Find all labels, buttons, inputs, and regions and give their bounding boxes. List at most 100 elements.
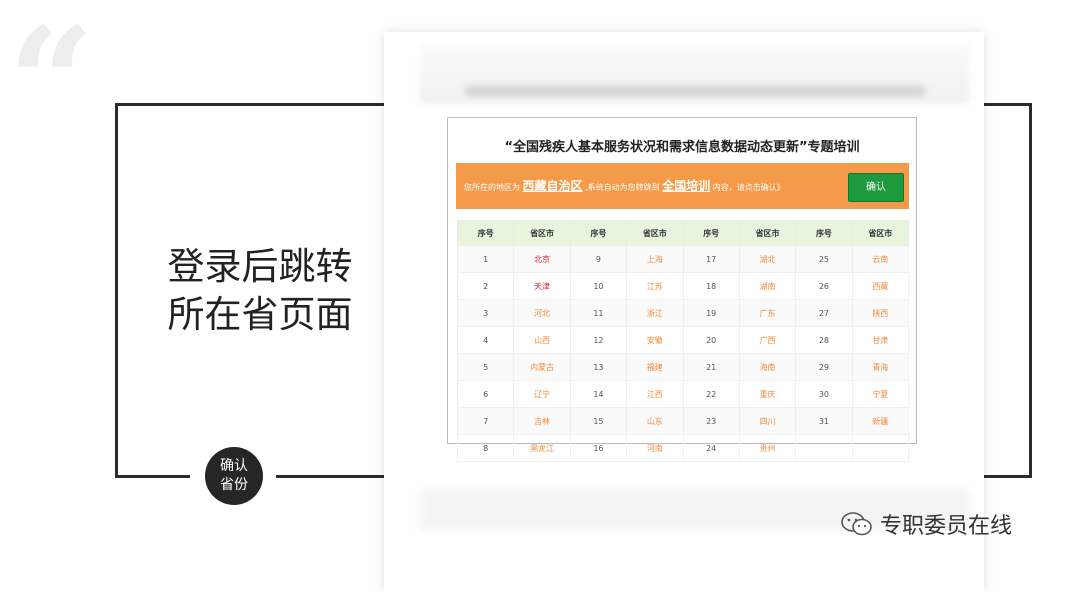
target-link[interactable]: 全国培训 — [662, 179, 710, 193]
province-link[interactable]: 辽宁 — [513, 380, 571, 408]
province-link[interactable]: 上海 — [626, 245, 684, 273]
province-link[interactable]: 西藏 — [851, 272, 910, 300]
col-header: 省区市 — [626, 220, 684, 246]
region-link[interactable]: 西藏自治区 — [523, 179, 583, 193]
province-link[interactable]: 江西 — [626, 380, 684, 408]
row-number: 4 — [456, 326, 515, 354]
province-link[interactable]: 安徽 — [626, 326, 684, 354]
province-table: 序号 省区市 序号 省区市 序号 省区市 序号 省区市 1 北京 9 上海 17 湖北 25… — [456, 220, 910, 462]
province-link[interactable]: 云南 — [851, 245, 910, 273]
province-link[interactable]: 北京 — [513, 245, 571, 273]
province-link[interactable]: 海南 — [738, 353, 797, 381]
table-row: 2 天津 10 江苏 18 湖南 26 西藏 — [456, 272, 910, 300]
province-link[interactable]: 吉林 — [513, 407, 571, 435]
row-number: 25 — [795, 245, 853, 273]
quote-mark-icon: “ — [8, 0, 95, 171]
headline-line-2: 所在省页面 — [167, 293, 353, 336]
region-banner: 您所在的地区为 西藏自治区 ,系统自动为您转跳到 全国培训 内容，请点击确认》 … — [456, 163, 909, 209]
watermark: 专职委员在线 — [840, 508, 1012, 540]
row-number: 24 — [682, 434, 740, 462]
row-number: 30 — [795, 380, 853, 408]
province-link[interactable]: 广西 — [738, 326, 797, 354]
col-header: 省区市 — [738, 220, 797, 246]
province-link[interactable]: 山西 — [513, 326, 571, 354]
table-row: 8 黑龙江 16 河南 24 贵州 — [456, 434, 910, 462]
row-number: 20 — [682, 326, 740, 354]
row-number: 8 — [456, 434, 515, 462]
table-row: 1 北京 9 上海 17 湖北 25 云南 — [456, 245, 910, 273]
province-link — [851, 434, 910, 462]
confirm-province-badge: 确认 省份 — [205, 447, 263, 505]
col-header: 序号 — [682, 220, 740, 246]
province-link[interactable]: 河南 — [626, 434, 684, 462]
province-link[interactable]: 重庆 — [738, 380, 797, 408]
headline: 登录后跳转 所在省页面 — [150, 243, 370, 339]
banner-pre: 您所在的地区为 — [464, 183, 520, 192]
table-row: 6 辽宁 14 江西 22 重庆 30 宁夏 — [456, 380, 910, 408]
province-link[interactable]: 湖北 — [738, 245, 797, 273]
col-header: 省区市 — [513, 220, 571, 246]
row-number: 16 — [569, 434, 628, 462]
row-number: 26 — [795, 272, 853, 300]
row-number: 12 — [569, 326, 628, 354]
province-link[interactable]: 山东 — [626, 407, 684, 435]
row-number: 1 — [456, 245, 515, 273]
banner-post: 内容，请点击确认》 — [712, 183, 785, 192]
col-header: 省区市 — [851, 220, 910, 246]
province-link[interactable]: 贵州 — [738, 434, 797, 462]
row-number: 11 — [569, 299, 628, 327]
province-link[interactable]: 福建 — [626, 353, 684, 381]
row-number: 17 — [682, 245, 740, 273]
province-link[interactable]: 广东 — [738, 299, 797, 327]
province-link[interactable]: 河北 — [513, 299, 571, 327]
row-number: 28 — [795, 326, 853, 354]
row-number: 21 — [682, 353, 740, 381]
badge-line-1: 确认 — [220, 458, 248, 474]
province-link[interactable]: 内蒙古 — [513, 353, 571, 381]
row-number: 23 — [682, 407, 740, 435]
badge-line-2: 省份 — [220, 477, 248, 493]
province-link[interactable]: 黑龙江 — [513, 434, 571, 462]
col-header: 序号 — [456, 220, 515, 246]
province-link[interactable]: 宁夏 — [851, 380, 910, 408]
province-link[interactable]: 青海 — [851, 353, 910, 381]
row-number: 5 — [456, 353, 515, 381]
province-link[interactable]: 江苏 — [626, 272, 684, 300]
table-row: 7 吉林 15 山东 23 四川 31 新疆 — [456, 407, 910, 435]
confirm-button[interactable]: 确认 — [848, 173, 904, 202]
table-row: 3 河北 11 浙江 19 广东 27 陕西 — [456, 299, 910, 327]
row-number — [795, 434, 853, 462]
row-number: 9 — [569, 245, 628, 273]
banner-text: 您所在的地区为 西藏自治区 ,系统自动为您转跳到 全国培训 内容，请点击确认》 — [464, 179, 804, 193]
row-number: 10 — [569, 272, 628, 300]
headline-line-1: 登录后跳转 — [167, 245, 353, 288]
row-number: 15 — [569, 407, 628, 435]
row-number: 14 — [569, 380, 628, 408]
province-link[interactable]: 四川 — [738, 407, 797, 435]
training-page-screenshot: “全国残疾人基本服务状况和需求信息数据动态更新”专题培训 您所在的地区为 西藏自… — [447, 117, 917, 462]
blurred-header — [420, 45, 970, 103]
row-number: 2 — [456, 272, 515, 300]
province-link[interactable]: 天津 — [513, 272, 571, 300]
page-title: “全国残疾人基本服务状况和需求信息数据动态更新”专题培训 — [504, 140, 860, 155]
row-number: 18 — [682, 272, 740, 300]
row-number: 7 — [456, 407, 515, 435]
row-number: 22 — [682, 380, 740, 408]
row-number: 19 — [682, 299, 740, 327]
row-number: 29 — [795, 353, 853, 381]
province-link[interactable]: 浙江 — [626, 299, 684, 327]
province-link[interactable]: 陕西 — [851, 299, 910, 327]
province-link[interactable]: 甘肃 — [851, 326, 910, 354]
row-number: 13 — [569, 353, 628, 381]
province-link[interactable]: 湖南 — [738, 272, 797, 300]
table-header-row: 序号 省区市 序号 省区市 序号 省区市 序号 省区市 — [456, 220, 910, 246]
banner-mid: ,系统自动为您转跳到 — [585, 183, 660, 192]
watermark-text: 专职委员在线 — [880, 514, 1013, 539]
table-row: 5 内蒙古 13 福建 21 海南 29 青海 — [456, 353, 910, 381]
row-number: 27 — [795, 299, 853, 327]
col-header: 序号 — [569, 220, 628, 246]
table-row: 4 山西 12 安徽 20 广西 28 甘肃 — [456, 326, 910, 354]
province-link[interactable]: 新疆 — [851, 407, 910, 435]
row-number: 6 — [456, 380, 515, 408]
wechat-icon — [841, 512, 872, 536]
